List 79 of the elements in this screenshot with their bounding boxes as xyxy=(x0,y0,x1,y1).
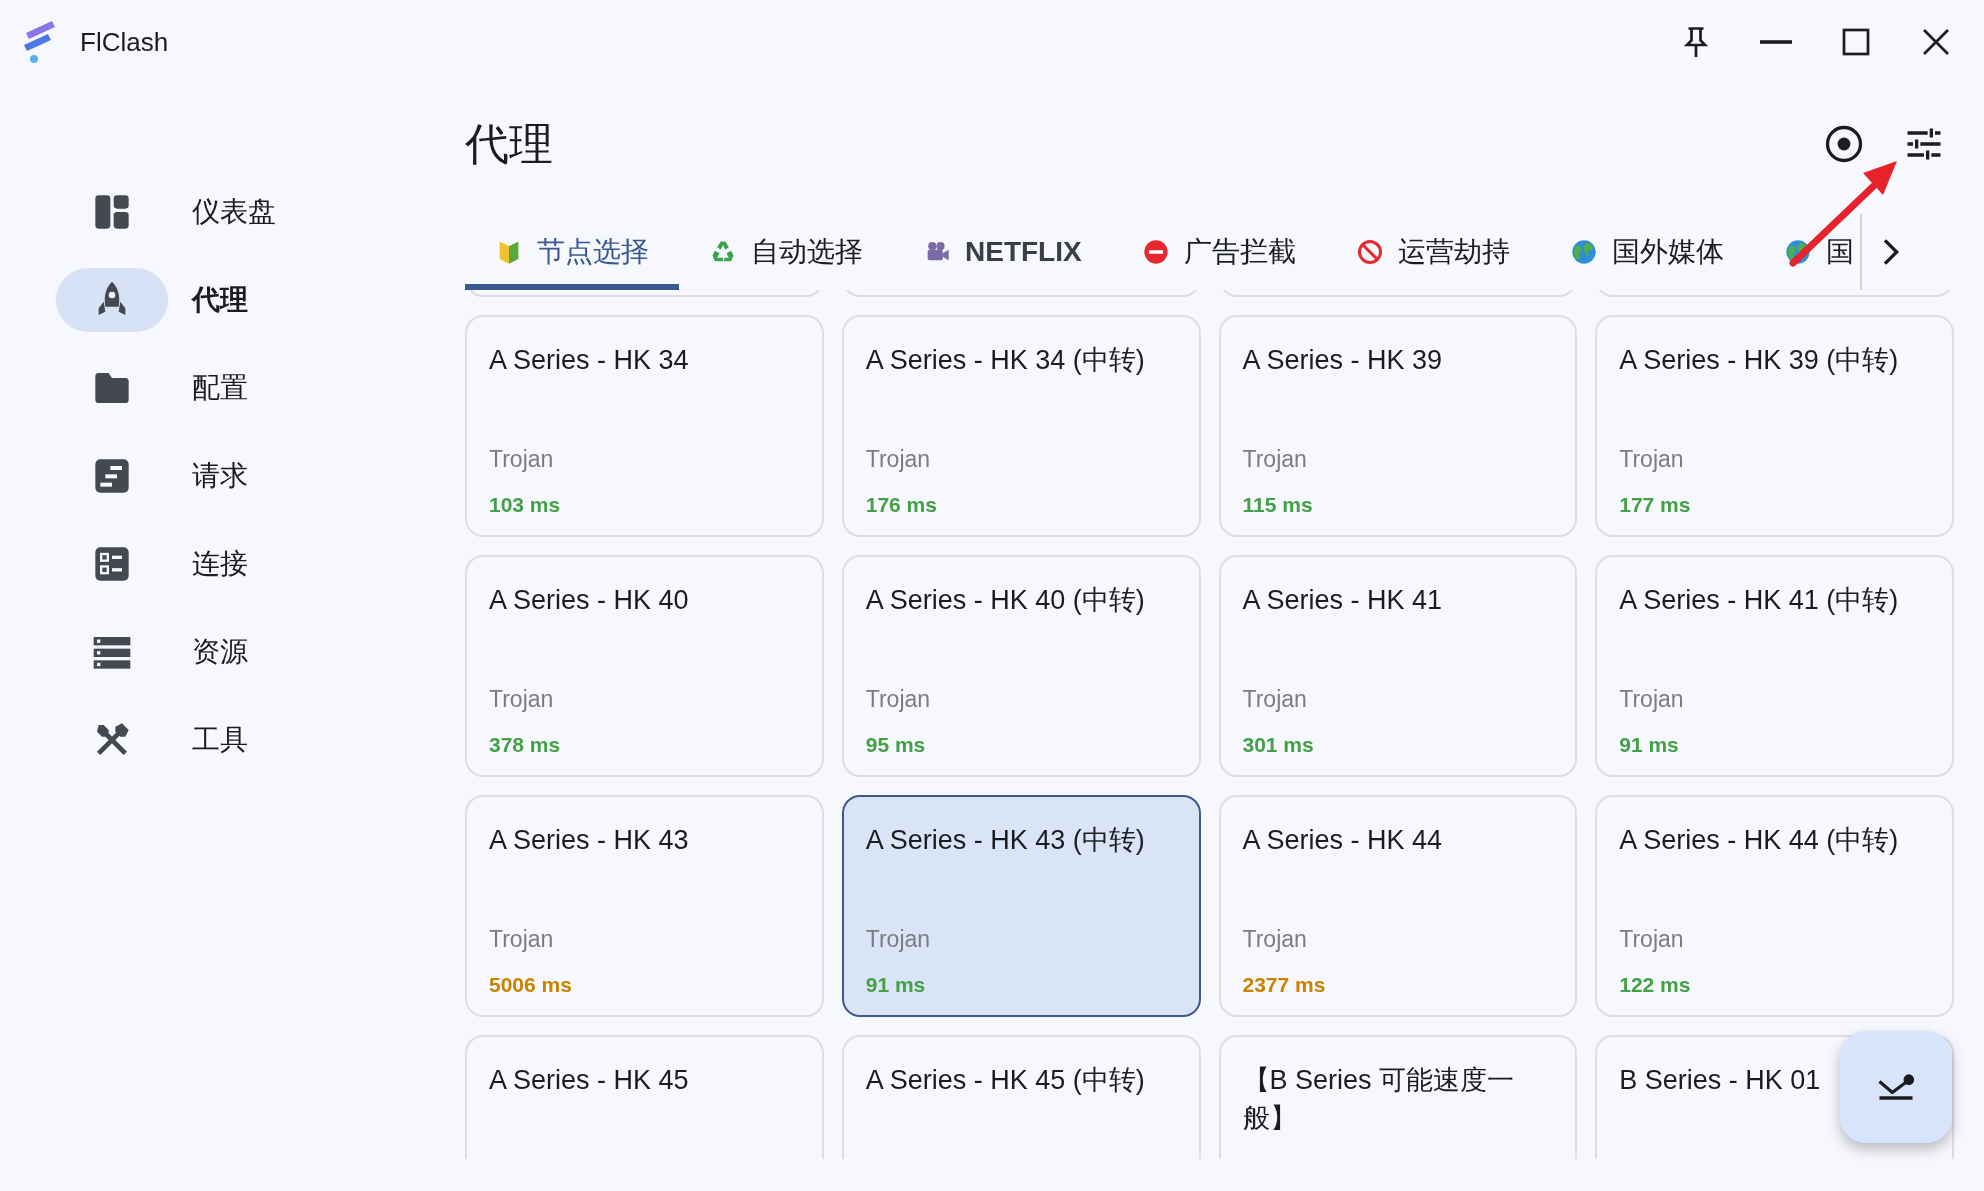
latency-label: 2377 ms xyxy=(1242,973,1326,997)
sidebar-item[interactable]: 请求 xyxy=(0,444,465,508)
sidebar-item[interactable]: 连接 xyxy=(0,532,465,596)
proxy-name: A Series - HK 41 xyxy=(1242,584,1443,617)
tab[interactable]: NETFLIX xyxy=(893,214,1112,290)
list-icon xyxy=(92,456,132,496)
proxy-card[interactable]: A Series - HK 39 (中转) Trojan 177 ms xyxy=(1595,315,1954,537)
proxy-name: A Series - HK 45 (中转) xyxy=(865,1064,1145,1097)
proxy-card[interactable]: 【B Series 可能速度一般】 xyxy=(1218,1035,1578,1159)
latency-label: 177 ms xyxy=(1619,493,1691,517)
tab[interactable]: 广告拦截 xyxy=(1111,214,1326,290)
latency-label: 91 ms xyxy=(1619,733,1679,757)
globe-icon xyxy=(1569,238,1598,266)
proxy-name: A Series - HK 45 xyxy=(489,1064,689,1097)
proxy-type: Trojan xyxy=(1619,686,1684,713)
proxy-card[interactable]: A Series - HK 41 (中转) Trojan 91 ms xyxy=(1595,555,1954,777)
proxy-card[interactable]: A Series - HK 45 xyxy=(465,1035,824,1159)
tab[interactable]: 自动选择 xyxy=(679,214,893,290)
proxy-card[interactable]: A Series - HK 44 (中转) Trojan 122 ms xyxy=(1595,795,1954,1017)
proxy-type: Trojan xyxy=(1619,446,1684,473)
proxy-type: Trojan xyxy=(865,446,931,473)
prohibited-icon xyxy=(1355,238,1384,266)
proxy-type: Trojan xyxy=(865,686,931,713)
page-title: 代理 xyxy=(465,117,554,170)
sidebar-item[interactable]: 配置 xyxy=(0,356,465,420)
sidebar-item[interactable]: 资源 xyxy=(0,620,465,684)
proxy-name: A Series - HK 34 (中转) xyxy=(865,344,1145,377)
proxy-name: A Series - HK 44 xyxy=(1242,824,1443,857)
latency-label: 122 ms xyxy=(1619,973,1691,997)
checklist-icon xyxy=(92,544,132,584)
latency-label: 378 ms xyxy=(489,733,561,757)
proxy-card[interactable]: A Series - HK 43 (中转) Trojan 91 ms xyxy=(841,795,1201,1017)
sidebar-item[interactable]: 工具 xyxy=(0,708,465,772)
proxy-type: Trojan xyxy=(1242,926,1307,953)
proxy-type: Trojan xyxy=(1242,446,1307,473)
proxy-card[interactable]: A Series - HK 40 (中转) Trojan 95 ms xyxy=(841,555,1201,777)
proxy-card[interactable]: A Series - HK 34 Trojan 103 ms xyxy=(465,315,824,537)
tab[interactable]: 节点选择 xyxy=(465,214,679,290)
dashboard-icon xyxy=(92,192,132,232)
no-entry-icon xyxy=(1141,238,1170,266)
latency-label: 301 ms xyxy=(1242,733,1314,757)
tab[interactable]: 国外媒体 xyxy=(1539,214,1754,290)
latency-label: 5006 ms xyxy=(489,973,572,997)
proxy-type: Trojan xyxy=(1619,926,1684,953)
proxy-card[interactable]: A Series - HK 41 Trojan 301 ms xyxy=(1218,555,1578,777)
proxy-card[interactable]: A Series - HK 34 (中转) Trojan 176 ms xyxy=(841,315,1201,537)
proxy-type: Trojan xyxy=(489,446,554,473)
minimize-icon xyxy=(1758,40,1794,44)
proxy-name: A Series - HK 43 xyxy=(489,824,689,857)
tab[interactable]: 运营劫持 xyxy=(1325,214,1540,290)
proxy-name: A Series - HK 40 (中转) xyxy=(865,584,1145,617)
proxy-type: Trojan xyxy=(865,926,931,953)
sidebar-item[interactable]: 代理 xyxy=(0,268,465,332)
proxy-card[interactable]: A Series - HK 44 Trojan 2377 ms xyxy=(1218,795,1578,1017)
latency-label: 91 ms xyxy=(865,973,926,997)
latency-label: 176 ms xyxy=(865,493,937,517)
proxy-name: 【B Series 可能速度一般】 xyxy=(1242,1064,1516,1135)
proxy-name: A Series - HK 39 xyxy=(1242,344,1443,377)
proxy-name: A Series - HK 41 (中转) xyxy=(1619,584,1899,617)
proxy-name: A Series - HK 40 xyxy=(489,584,689,617)
proxy-type: Trojan xyxy=(489,686,554,713)
proxy-type: Trojan xyxy=(489,926,554,953)
test-latency-button[interactable] xyxy=(1840,1031,1952,1143)
sidebar-item[interactable]: 仪表盘 xyxy=(0,180,465,244)
proxy-name: B Series - HK 01 xyxy=(1619,1064,1821,1097)
window-title: FlClash xyxy=(80,26,170,58)
proxy-card[interactable]: A Series - HK 45 (中转) xyxy=(841,1035,1201,1159)
proxy-name: A Series - HK 39 (中转) xyxy=(1619,344,1899,377)
proxy-card[interactable]: A Series - HK 43 Trojan 5006 ms xyxy=(465,795,824,1017)
proxy-card[interactable]: A Series - HK 39 Trojan 115 ms xyxy=(1218,315,1578,537)
proxy-card[interactable]: A Series - HK 40 Trojan 378 ms xyxy=(465,555,824,777)
proxy-type: Trojan xyxy=(1242,686,1307,713)
proxy-name: A Series - HK 43 (中转) xyxy=(865,824,1145,857)
globe-icon xyxy=(1783,238,1812,266)
proxy-name: A Series - HK 44 (中转) xyxy=(1619,824,1899,857)
latency-label: 115 ms xyxy=(1242,493,1313,517)
latency-label: 95 ms xyxy=(865,733,926,757)
proxy-name: A Series - HK 34 xyxy=(489,344,689,377)
latency-label: 103 ms xyxy=(489,493,561,517)
